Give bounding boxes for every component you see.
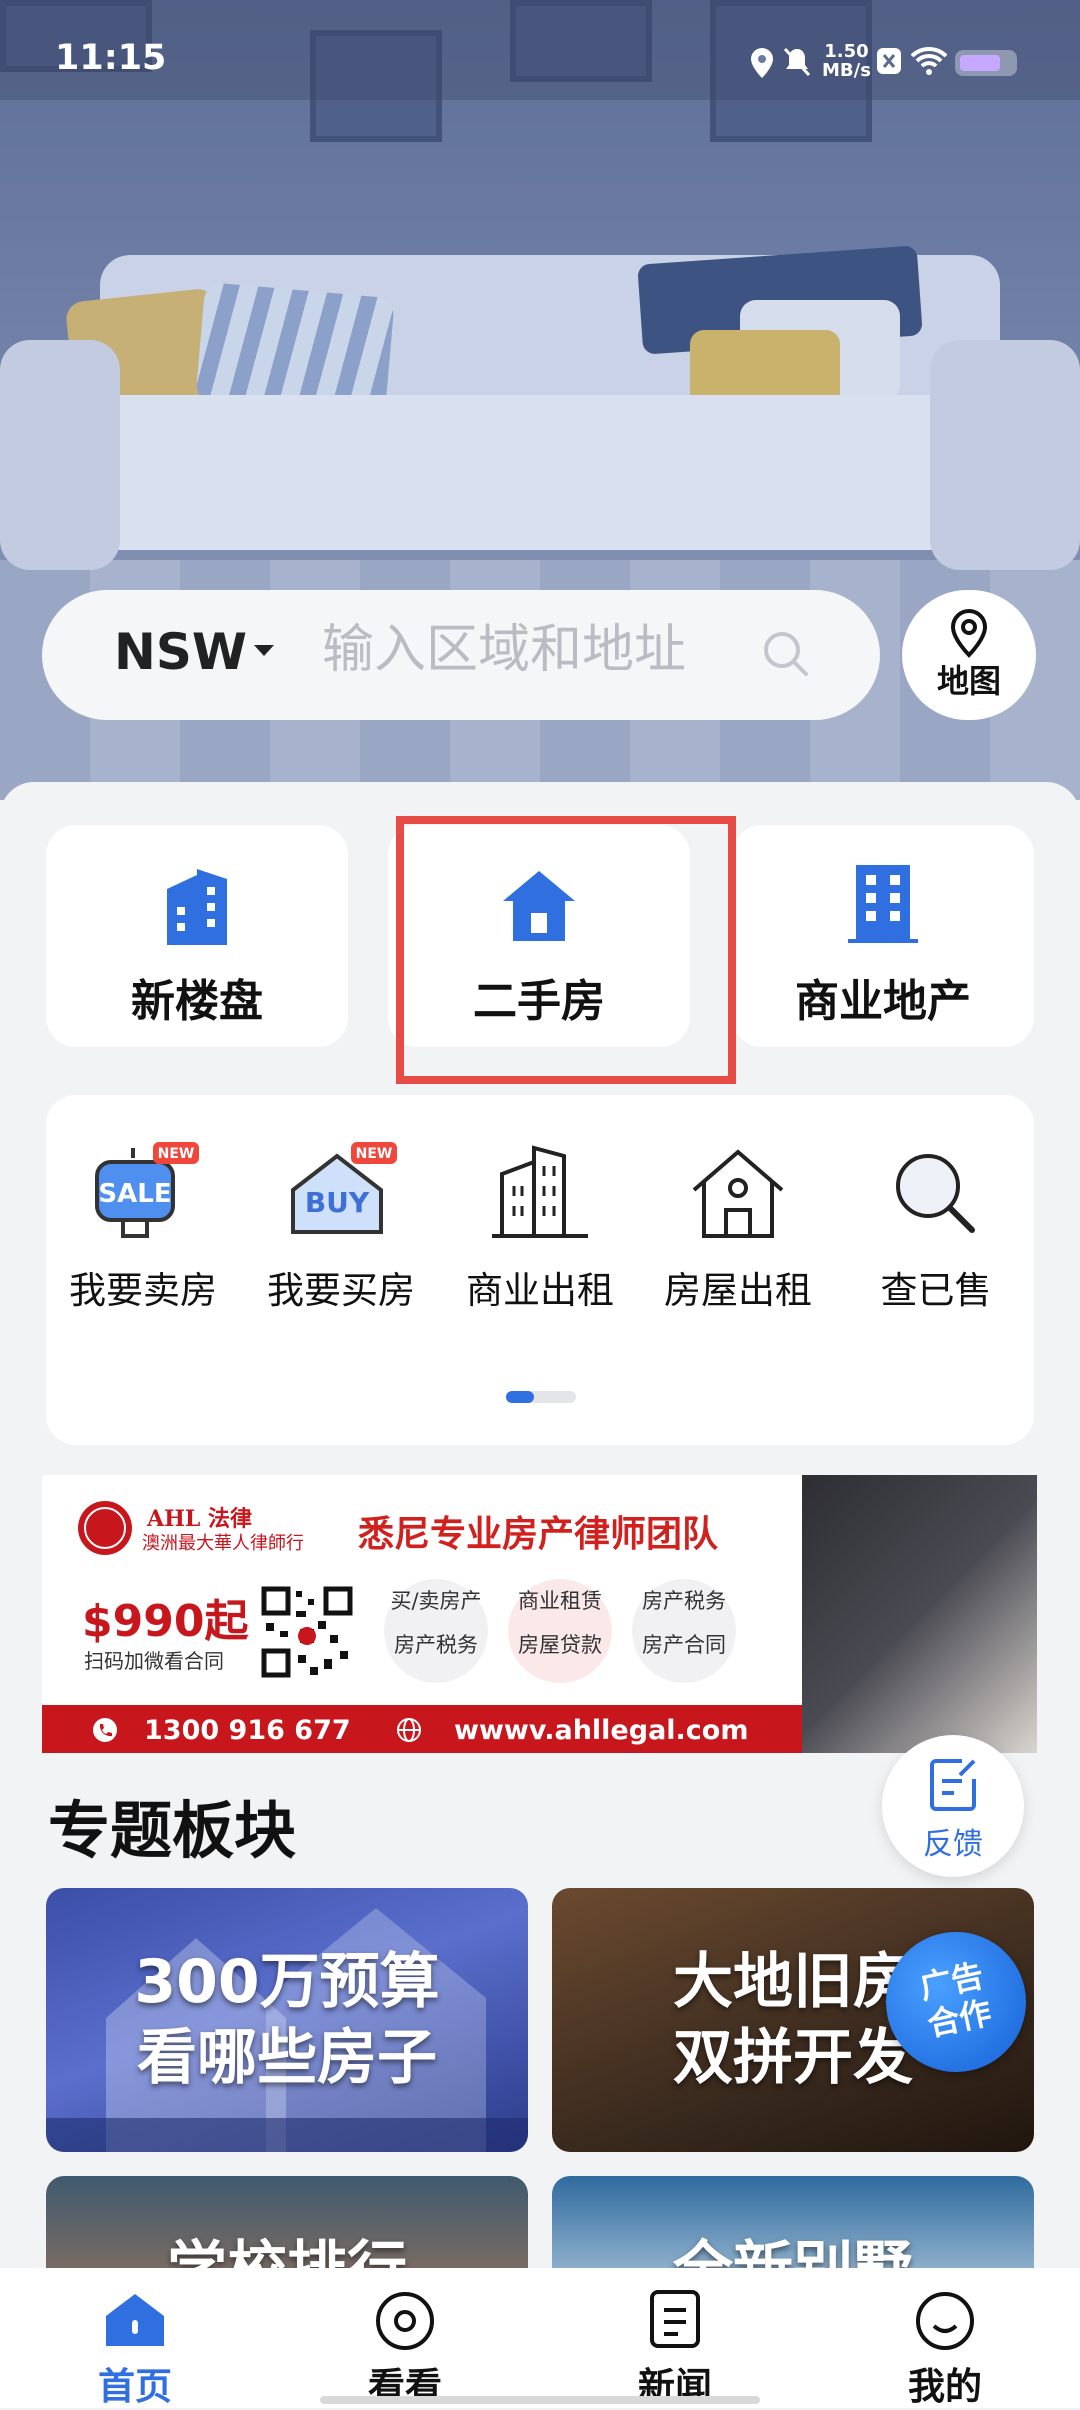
globe-icon bbox=[397, 1718, 421, 1742]
building-icon bbox=[167, 869, 227, 945]
tab-news[interactable]: 新闻 bbox=[540, 2268, 810, 2408]
notification-x-icon bbox=[876, 46, 902, 80]
magnifier-icon bbox=[896, 1154, 975, 1233]
topic-card[interactable]: 300万预算 看哪些房子 bbox=[46, 1888, 528, 2152]
service-label: 查已售 bbox=[880, 1269, 992, 1312]
brand-sub: 澳洲最大華人律師行 bbox=[142, 1533, 304, 1554]
house-outline-icon bbox=[692, 1149, 784, 1238]
service-sell[interactable]: SALE NEW 我要卖房 bbox=[43, 1140, 243, 1312]
network-speed: 1.50 MB/s bbox=[822, 41, 871, 81]
banner-bubble: 买/卖房产 房产税务 bbox=[384, 1579, 488, 1683]
banner-phone: 1300 916 677 bbox=[144, 1715, 351, 1746]
map-pin-icon bbox=[950, 608, 988, 658]
commercial-building-icon bbox=[492, 1145, 588, 1238]
svg-text:NEW: NEW bbox=[356, 1146, 393, 1162]
battery-icon bbox=[955, 50, 1017, 76]
smile-icon bbox=[916, 2292, 974, 2350]
home-icon bbox=[106, 2294, 164, 2346]
tab-watch[interactable]: 看看 bbox=[270, 2268, 540, 2408]
feedback-label: 反馈 bbox=[923, 1827, 983, 1862]
topic-subtitle: 看哪些房子 bbox=[137, 2023, 437, 2093]
law-firm-seal-icon bbox=[78, 1501, 132, 1555]
qr-code-icon bbox=[260, 1585, 354, 1679]
service-label: 我要买房 bbox=[267, 1269, 415, 1312]
svg-text:NEW: NEW bbox=[158, 1146, 195, 1162]
view-icon bbox=[376, 2292, 434, 2350]
topic-title: 300万预算 bbox=[134, 1947, 440, 2017]
state-selector[interactable]: NSW bbox=[114, 623, 247, 681]
svg-text:BUY: BUY bbox=[305, 1186, 370, 1219]
location-icon bbox=[748, 46, 776, 84]
section-title: 专题板块 bbox=[48, 1794, 297, 1867]
phone-icon bbox=[93, 1718, 117, 1742]
mute-icon bbox=[782, 46, 812, 82]
service-commercial-rent[interactable]: 商业出租 bbox=[440, 1140, 640, 1312]
tab-label: 我的 bbox=[908, 2365, 982, 2408]
banner-price-sub: 扫码加微看合同 bbox=[84, 1649, 224, 1673]
lawyer-photo bbox=[802, 1475, 1037, 1753]
house-photo bbox=[46, 1908, 528, 2152]
feedback-button[interactable]: 反馈 bbox=[882, 1735, 1024, 1877]
buy-house-icon: BUY NEW bbox=[291, 1142, 397, 1234]
office-tower-icon bbox=[848, 865, 918, 943]
service-house-rent[interactable]: 房屋出租 bbox=[638, 1140, 838, 1312]
wifi-icon bbox=[910, 46, 948, 80]
sale-sign-icon: SALE NEW bbox=[95, 1142, 199, 1238]
status-time: 11:15 bbox=[55, 38, 167, 78]
search-icon[interactable] bbox=[760, 628, 812, 684]
banner-bubble: 房产税务 房产合同 bbox=[632, 1579, 736, 1683]
news-icon bbox=[650, 2290, 700, 2348]
service-sold-search[interactable]: 查已售 bbox=[836, 1140, 1036, 1312]
category-commercial[interactable]: 商业地产 bbox=[732, 825, 1034, 1047]
map-label: 地图 bbox=[936, 662, 1001, 700]
tab-home[interactable]: 首页 bbox=[0, 2268, 270, 2408]
banner-website: wwwv.ahllegal.com bbox=[454, 1715, 749, 1746]
service-buy[interactable]: BUY NEW 我要买房 bbox=[241, 1140, 441, 1312]
chevron-down-icon[interactable] bbox=[254, 645, 274, 656]
map-button[interactable]: 地图 bbox=[902, 590, 1036, 720]
search-bar: NSW bbox=[42, 590, 880, 720]
selection-highlight bbox=[396, 816, 736, 1084]
page-indicator bbox=[506, 1391, 576, 1403]
svg-text:SALE: SALE bbox=[98, 1179, 171, 1209]
service-label: 房屋出租 bbox=[664, 1269, 812, 1312]
service-label: 我要卖房 bbox=[69, 1269, 217, 1312]
service-label: 商业出租 bbox=[466, 1269, 614, 1312]
tab-profile[interactable]: 我的 bbox=[810, 2268, 1080, 2408]
category-label: 新楼盘 bbox=[131, 976, 263, 1027]
category-new-projects[interactable]: 新楼盘 bbox=[46, 825, 348, 1047]
bottom-tab-bar: 首页 看看 新闻 我的 bbox=[0, 2268, 1080, 2408]
banner-price: $990起 bbox=[82, 1596, 249, 1647]
search-input[interactable] bbox=[322, 620, 742, 680]
lawyer-banner-ad[interactable]: AHL 法律 澳洲最大華人律師行 悉尼专业房产律师团队 $990起 扫码加微看合… bbox=[42, 1475, 1037, 1753]
banner-bubble: 商业租赁 房屋贷款 bbox=[508, 1579, 612, 1683]
gesture-bar bbox=[320, 2396, 760, 2404]
status-bar: 11:15 1.50 MB/s bbox=[0, 0, 1080, 100]
banner-headline: 悉尼专业房产律师团队 bbox=[358, 1514, 719, 1555]
edit-icon bbox=[930, 1759, 976, 1811]
category-label: 商业地产 bbox=[795, 976, 971, 1027]
banner-contact-bar: 1300 916 677 wwwv.ahllegal.com bbox=[42, 1705, 802, 1753]
tab-label: 首页 bbox=[98, 2365, 172, 2408]
